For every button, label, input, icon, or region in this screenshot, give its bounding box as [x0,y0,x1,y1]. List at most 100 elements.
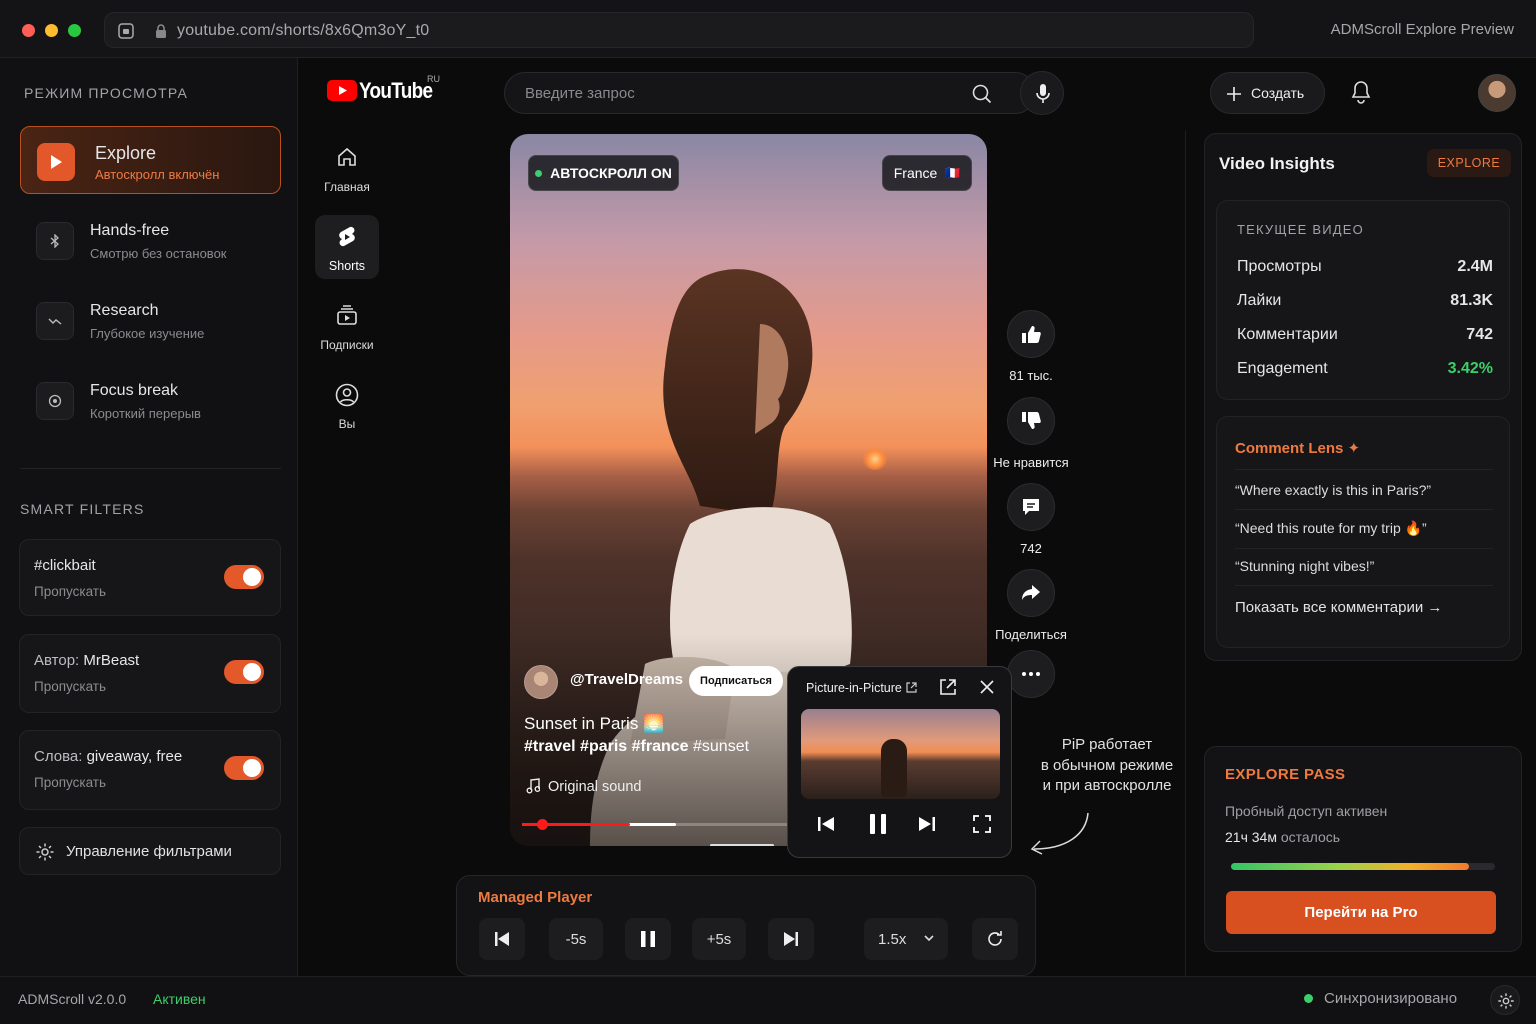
region-badge[interactable]: France 🇫🇷 [882,155,972,191]
comment-item[interactable]: “Where exactly is this in Paris?” [1235,482,1493,510]
thumbs-down-icon[interactable] [1007,397,1055,445]
comment-icon[interactable] [1007,483,1055,531]
speed-select[interactable]: 1.5x [864,918,948,960]
close-window-button[interactable] [22,24,35,37]
open-external-icon[interactable] [939,678,957,696]
search-icon[interactable] [971,83,993,105]
mode-title: Research [90,302,159,319]
chevron-down-icon [924,935,934,942]
stat-value: 2.4M [1457,258,1493,275]
external-link-icon [906,682,917,693]
curved-arrow-icon [1030,812,1089,855]
bell-icon[interactable] [1350,80,1372,104]
pass-progress-fill [1231,863,1469,870]
player-title: Managed Player [478,889,593,906]
filter-toggle[interactable] [224,565,264,589]
filter-prefix: Автор: [34,652,84,669]
dislike-label: Не нравится [993,455,1069,470]
thumbs-up-icon[interactable] [1007,310,1055,358]
previous-icon[interactable] [816,814,836,834]
filter-toggle[interactable] [224,660,264,684]
comment-item[interactable]: “Stunning night vibes!” [1235,558,1493,586]
filter-value: MrBeast [83,652,140,669]
mode-badge: EXPLORE [1427,149,1511,177]
previous-button[interactable] [479,918,525,960]
filter-toggle[interactable] [224,756,264,780]
subscribe-button[interactable]: Подписаться [689,666,783,696]
pip-title-text: Picture-in-Picture [806,681,902,695]
next-icon[interactable] [917,814,937,834]
loop-button[interactable] [972,918,1018,960]
pip-video[interactable] [801,709,1000,799]
hashtags-bold[interactable]: #travel #paris #france [524,738,689,755]
channel-avatar[interactable] [524,665,558,699]
target-icon [36,382,74,420]
forward-button[interactable]: +5s [692,918,746,960]
mode-research[interactable]: Research Глубокое изучение [20,286,281,354]
nav-label: Shorts [328,259,366,273]
sound-label[interactable]: Original sound [548,779,642,795]
next-icon [784,932,798,946]
voice-search-button[interactable] [1020,71,1064,115]
stat-label: Лайки [1237,292,1282,309]
share-icon[interactable] [1007,569,1055,617]
mode-subtitle: Автоскролл включён [95,167,220,182]
mode-subtitle: Смотрю без остановок [90,246,227,261]
pass-remaining: 21ч 34м осталось [1225,829,1340,845]
comment-item[interactable]: “Need this route for my trip 🔥” [1235,520,1493,549]
stat-value: 742 [1466,326,1493,343]
pip-window[interactable]: Picture-in-Picture [787,666,1012,858]
go-pro-button[interactable]: Перейти на Pro [1226,891,1496,934]
close-icon[interactable] [979,679,995,695]
divider [1235,469,1493,470]
youtube-wordmark: YouTube [359,78,433,103]
filter-value: #clickbait [34,557,96,574]
more-icon[interactable] [1007,650,1055,698]
panel-divider [1185,130,1186,976]
avatar[interactable] [1478,74,1516,112]
hashtags-plain[interactable]: #sunset [693,738,749,755]
video-hashtags: #travel #paris #france #sunset [524,738,749,756]
mode-focus-break[interactable]: Focus break Короткий перерыв [20,366,281,434]
progress-handle[interactable] [536,819,548,830]
nav-item-home[interactable]: Главная [315,138,379,198]
mode-subtitle: Глубокое изучение [90,326,205,341]
mode-explore[interactable]: Explore Автоскролл включён [20,126,281,194]
search-bar[interactable]: Введите запрос [504,72,1036,114]
address-bar[interactable]: youtube.com/shorts/8x6Qm3oY_t0 [104,12,1254,48]
stat-value: 81.3K [1450,292,1493,309]
user-icon [335,383,359,407]
mode-hands-free[interactable]: Hands-free Смотрю без остановок [20,206,281,274]
filter-label: Автор: MrBeast [34,652,139,669]
trend-icon [36,302,74,340]
manage-filters-button[interactable]: Управление фильтрами [19,827,281,875]
filter-action: Пропускать [34,584,107,599]
fullscreen-icon[interactable] [972,814,992,834]
rewind-button[interactable]: -5s [549,918,603,960]
pass-title: EXPLORE PASS [1225,766,1346,783]
mode-title: Focus break [90,382,179,399]
channel-name[interactable]: @TravelDreams [570,671,683,688]
show-all-comments-link[interactable]: Показать все комментарии → [1235,599,1442,616]
sync-label: Синхронизировано [1324,990,1458,1007]
nav-item-you[interactable]: Вы [315,375,379,435]
mode-subtitle: Короткий перерыв [90,406,201,421]
scroll-indicator [710,844,774,846]
pause-button[interactable] [625,918,671,960]
minimize-window-button[interactable] [45,24,58,37]
lock-icon [156,24,166,38]
filter-prefix: Слова: [34,748,87,765]
nav-item-shorts[interactable]: Shorts [315,215,379,279]
nav-label: Подписки [320,338,374,352]
create-label: Создать [1251,85,1305,101]
pass-remaining-label: осталось [1280,829,1341,845]
maximize-window-button[interactable] [68,24,81,37]
comment-lens-title: Comment Lens ✦ [1235,440,1361,457]
nav-item-subscriptions[interactable]: Подписки [315,296,379,356]
create-button[interactable]: Создать [1210,72,1325,114]
autoscroll-label: АВТОСКРОЛЛ ON [550,165,672,181]
next-button[interactable] [768,918,814,960]
search-input[interactable]: Введите запрос [525,85,635,102]
settings-button[interactable] [1490,985,1520,1015]
pause-icon[interactable] [866,812,890,836]
